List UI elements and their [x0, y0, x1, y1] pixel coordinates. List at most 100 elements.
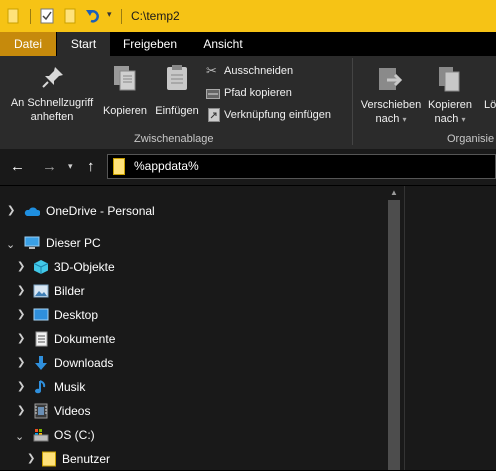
tree-item-3d-objects[interactable]: ❯ 3D-Objekte — [0, 255, 384, 279]
copy-path-button[interactable]: Pfad kopieren — [206, 85, 306, 102]
up-arrow-icon[interactable]: ↑ — [87, 158, 95, 175]
paste-shortcut-label: Verknüpfung einfügen — [224, 109, 332, 121]
tree-item-users[interactable]: ❯ Benutzer — [0, 447, 384, 471]
expand-chevron-right-icon[interactable]: ❯ — [17, 333, 25, 344]
pin-label-line1: An Schnellzugriff — [10, 97, 94, 109]
paste-shortcut-button[interactable]: Verknüpfung einfügen — [206, 107, 346, 124]
paste-button[interactable]: Einfügen — [151, 62, 203, 128]
desktop-icon — [33, 307, 49, 323]
tree-vertical-scrollbar[interactable]: ▲ — [384, 186, 404, 470]
expand-chevron-right-icon[interactable]: ❯ — [17, 381, 25, 392]
title-separator — [121, 9, 122, 24]
cut-label: Ausschneiden — [224, 65, 294, 77]
copy-label: Kopieren — [102, 105, 148, 117]
folder-app-icon[interactable] — [7, 8, 19, 27]
copy-icon — [112, 64, 138, 95]
address-bar-row: ← → ▾ ↑ %appdata% — [0, 149, 496, 185]
tree-item-this-pc[interactable]: ⌄ Dieser PC — [0, 231, 384, 255]
tree-item-label: Desktop — [54, 308, 99, 322]
tab-share[interactable]: Freigeben — [112, 32, 188, 56]
music-icon — [33, 379, 49, 395]
tree-item-pictures[interactable]: ❯ Bilder — [0, 279, 384, 303]
pictures-icon — [33, 283, 49, 299]
pin-to-quick-access-button[interactable]: An Schnellzugriff anheften — [2, 62, 102, 128]
tree-item-drive-c[interactable]: ⌄ OS (C:) — [0, 423, 384, 447]
delete-label: Lö — [484, 99, 496, 111]
ribbon-tab-bar: Datei Start Freigeben Ansicht — [0, 32, 496, 56]
ribbon-group-separator — [352, 58, 353, 145]
tree-item-label: Videos — [54, 404, 91, 418]
organize-group-label: Organisie — [447, 133, 495, 145]
copy-to-button[interactable]: Kopieren nach ▾ — [424, 62, 476, 128]
new-folder-icon[interactable] — [64, 8, 76, 27]
expand-chevron-right-icon[interactable]: ❯ — [17, 357, 25, 368]
tab-file[interactable]: Datei — [0, 32, 56, 56]
expand-chevron-right-icon[interactable]: ❯ — [17, 405, 25, 416]
collapse-chevron-down-icon[interactable]: ⌄ — [6, 238, 15, 251]
expand-chevron-right-icon[interactable]: ❯ — [17, 309, 25, 320]
copy-to-dropdown-icon: ▾ — [461, 115, 466, 124]
content-pane[interactable] — [405, 186, 496, 470]
tree-item-documents[interactable]: ❯ Dokumente — [0, 327, 384, 351]
undo-icon[interactable] — [85, 8, 101, 27]
clipboard-group-label: Zwischenablage — [134, 133, 214, 145]
move-to-dropdown-icon: ▾ — [402, 115, 407, 124]
expand-chevron-right-icon[interactable]: ❯ — [17, 261, 25, 272]
expand-chevron-right-icon[interactable]: ❯ — [7, 205, 15, 216]
tree-item-label: OS (C:) — [54, 428, 95, 442]
downloads-icon — [33, 355, 49, 371]
navigation-pane[interactable]: ❯ OneDrive - Personal ⌄ Dieser PC ❯ 3D-O… — [0, 186, 384, 470]
copy-path-label: Pfad kopieren — [224, 87, 292, 99]
recent-locations-chevron-icon[interactable]: ▾ — [68, 161, 73, 172]
tree-item-videos[interactable]: ❯ Videos — [0, 399, 384, 423]
move-to-label-line1: Verschieben — [360, 99, 422, 111]
window-title: C:\temp2 — [131, 9, 180, 23]
scrollbar-thumb[interactable] — [388, 200, 400, 470]
tree-item-label: 3D-Objekte — [54, 260, 115, 274]
address-field[interactable]: %appdata% — [107, 154, 496, 179]
copy-path-icon — [206, 88, 220, 102]
pin-icon — [40, 64, 66, 93]
videos-icon — [33, 403, 49, 419]
paste-label: Einfügen — [155, 105, 199, 117]
expand-chevron-right-icon[interactable]: ❯ — [17, 285, 25, 296]
tree-item-label: Bilder — [54, 284, 85, 298]
scroll-up-arrow-icon[interactable]: ▲ — [390, 188, 398, 197]
drive-c-icon — [33, 427, 49, 443]
tree-item-music[interactable]: ❯ Musik — [0, 375, 384, 399]
pin-label-line2: anheften — [30, 111, 74, 123]
forward-arrow-icon[interactable]: → — [42, 158, 57, 175]
back-arrow-icon[interactable]: ← — [10, 158, 25, 175]
copy-button[interactable]: Kopieren — [101, 62, 149, 128]
cut-button[interactable]: ✂ Ausschneiden — [206, 63, 306, 80]
tree-item-onedrive[interactable]: ❯ OneDrive - Personal — [0, 199, 384, 223]
tree-item-label: Benutzer — [62, 452, 111, 466]
paste-shortcut-icon — [208, 108, 220, 125]
ribbon: An Schnellzugriff anheften Kopieren Einf… — [0, 56, 496, 149]
tree-item-label: Downloads — [54, 356, 114, 370]
tab-view[interactable]: Ansicht — [192, 32, 254, 56]
tab-start[interactable]: Start — [57, 32, 110, 56]
this-pc-icon — [24, 235, 40, 251]
quick-access-separator — [30, 9, 31, 24]
onedrive-cloud-icon — [24, 203, 41, 219]
tree-item-downloads[interactable]: ❯ Downloads — [0, 351, 384, 375]
delete-button[interactable]: Lö — [481, 98, 496, 126]
folder-icon — [42, 451, 58, 467]
expand-chevron-right-icon[interactable]: ❯ — [27, 453, 35, 464]
documents-icon — [33, 331, 49, 347]
collapse-chevron-down-icon[interactable]: ⌄ — [15, 430, 24, 443]
move-to-label-line2: nach — [375, 113, 400, 125]
properties-icon[interactable] — [40, 8, 54, 27]
copy-to-label-line2: nach — [434, 113, 459, 125]
move-to-icon — [378, 66, 404, 97]
customize-quick-access-icon[interactable]: ▾ — [107, 9, 112, 20]
3d-objects-icon — [33, 259, 49, 275]
address-folder-icon — [113, 158, 125, 178]
address-input-text[interactable]: %appdata% — [134, 159, 199, 173]
scissors-icon: ✂ — [206, 63, 217, 78]
tree-item-desktop[interactable]: ❯ Desktop — [0, 303, 384, 327]
tree-item-label: Musik — [54, 380, 86, 394]
move-to-button[interactable]: Verschieben nach ▾ — [358, 62, 424, 128]
tree-item-label: Dokumente — [54, 332, 116, 346]
